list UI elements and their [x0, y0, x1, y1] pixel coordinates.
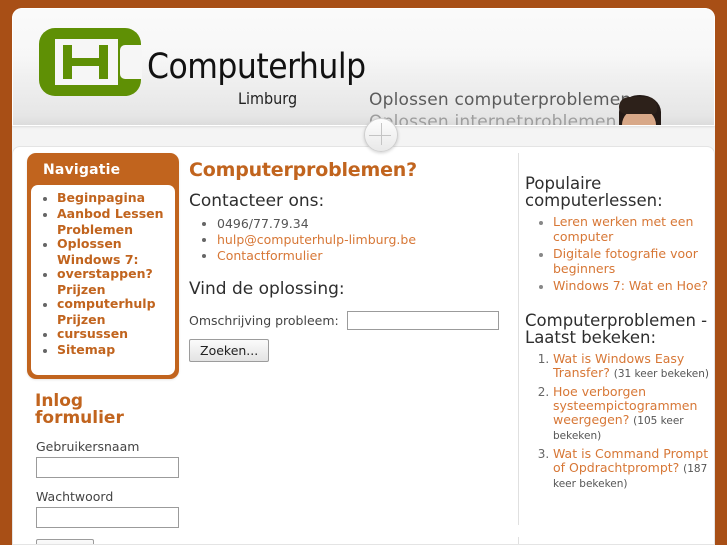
- recent-item-count: (31 keer bekeken): [613, 368, 710, 380]
- logo-c-notch: [120, 45, 142, 79]
- logo-h-crossbar: [63, 58, 108, 66]
- sidebar-item-prijzen-cursussen[interactable]: Prijzen cursussen: [57, 313, 171, 341]
- username-label: Gebruikersnaam: [36, 439, 140, 454]
- login-button[interactable]: Log-in: [36, 539, 95, 544]
- navigation-list: Beginpagina Aanbod Lessen Problemen Oplo…: [35, 191, 171, 358]
- contact-email-link[interactable]: hulp@computerhulp-limburg.be: [217, 232, 416, 247]
- right-column: Populaire computerlessen: Leren werken m…: [525, 153, 711, 495]
- logo-inner-plate: [55, 39, 118, 85]
- list-item: Windows 7: Wat en Hoe?: [553, 279, 711, 294]
- list-item: Hoe verborgen systeempictogrammen weerge…: [553, 385, 711, 443]
- sidebar-item-aanbod-lessen[interactable]: Aanbod Lessen: [57, 207, 164, 221]
- navigation-box: Navigatie Beginpagina Aanbod Lessen Prob…: [27, 153, 179, 379]
- search-row: Omschrijving probleem:: [189, 311, 499, 330]
- list-item: Wat is Command Prompt of Opdrachtprompt?…: [553, 447, 711, 491]
- list-item: Prijzen cursussen: [57, 313, 171, 342]
- sidebar-item-problemen-oplossen[interactable]: Problemen Oplossen: [57, 223, 171, 251]
- content-panel: Navigatie Beginpagina Aanbod Lessen Prob…: [12, 146, 715, 545]
- search-heading: Vind de oplossing:: [189, 279, 345, 299]
- column-divider-lower: [518, 537, 519, 544]
- main-column: Computerproblemen? Contacteer ons: 0496/…: [189, 153, 499, 362]
- recent-problems-list: Wat is Windows Easy Transfer? (31 keer b…: [525, 352, 711, 491]
- list-item: Beginpagina: [57, 191, 171, 206]
- sidebar-item-sitemap[interactable]: Sitemap: [57, 343, 115, 357]
- contact-phone: 0496/77.79.34: [217, 216, 309, 231]
- password-field[interactable]: [36, 507, 179, 528]
- brand-name: Computerhulp: [147, 47, 366, 87]
- list-item: Contactformulier: [217, 248, 499, 263]
- sidebar-item-prijzen-computerhulp[interactable]: Prijzen computerhulp: [57, 283, 171, 311]
- username-field[interactable]: [36, 457, 179, 478]
- banner-person-photo: [613, 95, 667, 125]
- list-item: Prijzen computerhulp: [57, 283, 171, 312]
- list-item: Sitemap: [57, 343, 171, 358]
- popular-item-leren-werken[interactable]: Leren werken met een computer: [553, 214, 693, 244]
- site-header: Computerhulp Limburg Oplossen computerpr…: [12, 8, 715, 126]
- sidebar-item-beginpagina[interactable]: Beginpagina: [57, 191, 145, 205]
- list-item: hulp@computerhulp-limburg.be: [217, 232, 499, 247]
- password-label: Wachtwoord: [36, 489, 114, 504]
- contact-form-link[interactable]: Contactformulier: [217, 248, 322, 263]
- popular-lessons-heading: Populaire computerlessen:: [525, 174, 663, 210]
- list-item: Leren werken met een computer: [553, 215, 711, 245]
- page-title: Computerproblemen?: [189, 159, 417, 181]
- list-item: Digitale fotografie voor beginners: [553, 247, 711, 277]
- popular-item-digitale-fotografie[interactable]: Digitale fotografie voor beginners: [553, 246, 698, 276]
- search-input-label: Omschrijving probleem:: [189, 313, 339, 328]
- page-frame: Computerhulp Limburg Oplossen computerpr…: [12, 8, 715, 545]
- list-item: Problemen Oplossen: [57, 223, 171, 252]
- brand-subtitle: Limburg: [238, 89, 298, 108]
- logo-c-shape: [39, 28, 142, 96]
- popular-lessons-list: Leren werken met een computer Digitale f…: [525, 215, 711, 294]
- login-form-title: Inlog formulier: [35, 391, 124, 428]
- list-item: Windows 7: overstappen?: [57, 253, 171, 282]
- carousel-knob-icon[interactable]: [364, 118, 398, 152]
- computerhulp-logo-icon[interactable]: [39, 28, 142, 96]
- column-divider: [518, 153, 519, 525]
- navigation-title: Navigatie: [43, 162, 121, 178]
- photo-hair-front: [619, 97, 657, 114]
- list-item: Aanbod Lessen: [57, 207, 171, 222]
- search-input[interactable]: [346, 311, 499, 330]
- list-item: Wat is Windows Easy Transfer? (31 keer b…: [553, 352, 711, 381]
- left-column: Navigatie Beginpagina Aanbod Lessen Prob…: [27, 153, 179, 544]
- contact-list: 0496/77.79.34 hulp@computerhulp-limburg.…: [189, 216, 499, 263]
- popular-item-windows7[interactable]: Windows 7: Wat en Hoe?: [553, 278, 708, 293]
- sidebar-item-windows7-overstappen[interactable]: Windows 7: overstappen?: [57, 253, 171, 281]
- navigation-inner: Beginpagina Aanbod Lessen Problemen Oplo…: [31, 185, 175, 375]
- contact-heading: Contacteer ons:: [189, 191, 325, 211]
- list-item: 0496/77.79.34: [217, 216, 499, 231]
- search-button[interactable]: Zoeken...: [189, 339, 270, 362]
- recent-problems-heading: Computerproblemen - Laatst bekeken:: [525, 311, 708, 347]
